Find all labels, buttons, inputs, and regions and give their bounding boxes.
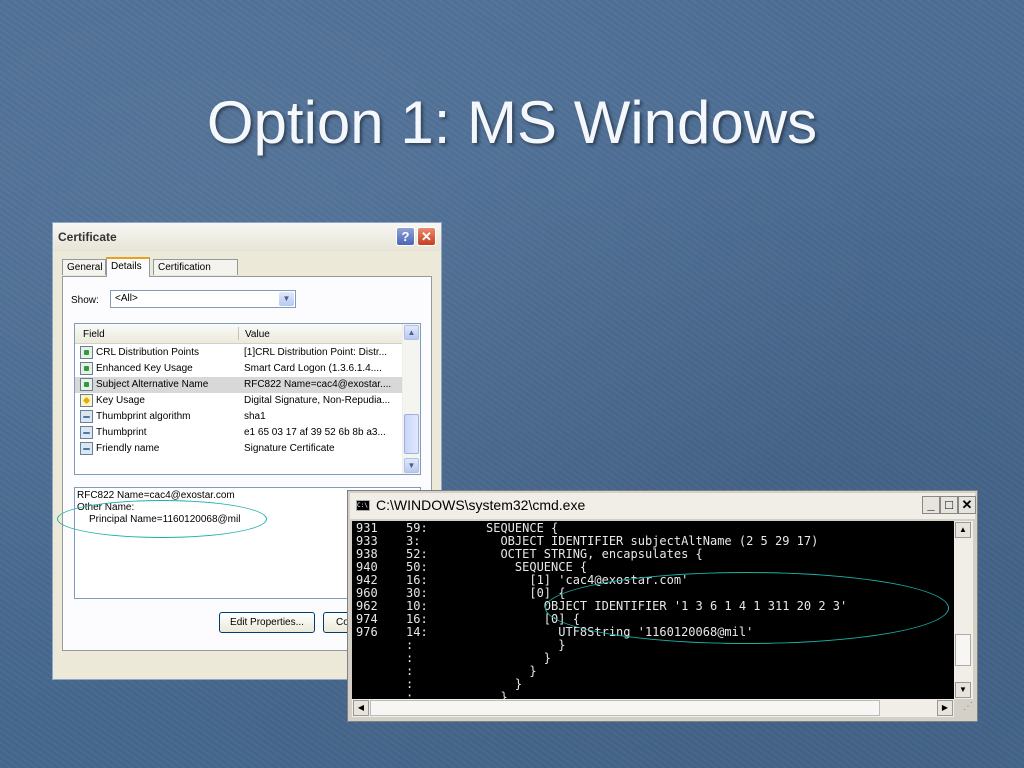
highlight-ellipse bbox=[545, 572, 949, 644]
list-row-selected[interactable]: Subject Alternative Name RFC822 Name=cac… bbox=[75, 377, 402, 393]
fields-list[interactable]: Field Value CRL Distribution Points [1]C… bbox=[74, 323, 421, 475]
cmd-horizontal-scrollbar[interactable]: ◀ ▶ bbox=[352, 699, 954, 717]
column-divider[interactable] bbox=[238, 327, 239, 340]
row-value: Digital Signature, Non-Repudia... bbox=[244, 395, 391, 406]
scroll-up-icon[interactable]: ▲ bbox=[404, 325, 419, 340]
certificate-title: Certificate bbox=[58, 230, 117, 244]
cmd-title: C:\WINDOWS\system32\cmd.exe bbox=[376, 497, 586, 513]
chevron-down-icon[interactable]: ▼ bbox=[279, 292, 294, 306]
row-field: Thumbprint algorithm bbox=[96, 411, 191, 422]
certificate-extension-icon bbox=[80, 362, 93, 375]
cmd-close-button[interactable]: ✕ bbox=[958, 496, 976, 514]
list-row[interactable]: Thumbprint algorithm sha1 bbox=[75, 409, 402, 425]
tab-certification-path[interactable]: Certification Path bbox=[153, 259, 238, 289]
tab-general[interactable]: General bbox=[62, 259, 106, 275]
property-icon bbox=[80, 410, 93, 423]
console-text: } bbox=[486, 690, 508, 700]
critical-extension-icon bbox=[80, 394, 93, 407]
row-value: RFC822 Name=cac4@exostar.... bbox=[244, 379, 392, 390]
list-row[interactable]: Friendly name Signature Certificate bbox=[75, 441, 402, 457]
row-field: Friendly name bbox=[96, 443, 160, 454]
list-scrollbar[interactable]: ▲ ▼ bbox=[402, 324, 420, 474]
console-icon: C:\ bbox=[356, 500, 370, 511]
certificate-titlebar[interactable]: Certificate ? ✕ bbox=[53, 223, 441, 251]
console-length: : bbox=[406, 690, 414, 700]
edit-properties-button[interactable]: Edit Properties... bbox=[219, 612, 315, 633]
row-field: Subject Alternative Name bbox=[96, 379, 209, 390]
help-button[interactable]: ? bbox=[396, 227, 415, 246]
resize-grip-icon[interactable]: ⋰ bbox=[956, 701, 973, 717]
property-icon bbox=[80, 442, 93, 455]
certificate-extension-icon bbox=[80, 346, 93, 359]
scroll-left-icon[interactable]: ◀ bbox=[353, 700, 369, 716]
certificate-extension-icon bbox=[80, 378, 93, 391]
row-field: Key Usage bbox=[96, 395, 145, 406]
list-header: Field Value bbox=[75, 324, 402, 344]
row-value: e1 65 03 17 af 39 52 6b 8b a3... bbox=[244, 427, 386, 438]
scroll-down-icon[interactable]: ▼ bbox=[404, 458, 419, 473]
row-value: Smart Card Logon (1.3.6.1.4.... bbox=[244, 363, 382, 374]
row-field: Enhanced Key Usage bbox=[96, 363, 193, 374]
scroll-thumb[interactable] bbox=[955, 634, 971, 666]
show-dropdown-value: <All> bbox=[115, 293, 138, 304]
show-dropdown[interactable]: <All> ▼ bbox=[110, 290, 296, 308]
scroll-thumb[interactable] bbox=[370, 700, 880, 716]
row-value: sha1 bbox=[244, 411, 266, 422]
show-label: Show: bbox=[71, 295, 99, 306]
scroll-right-icon[interactable]: ▶ bbox=[937, 700, 953, 716]
console-offset: 976 bbox=[356, 625, 378, 639]
list-row[interactable]: CRL Distribution Points [1]CRL Distribut… bbox=[75, 345, 402, 361]
close-button[interactable]: ✕ bbox=[417, 227, 436, 246]
scroll-thumb[interactable] bbox=[404, 414, 419, 454]
column-header-value[interactable]: Value bbox=[245, 329, 270, 340]
row-value: Signature Certificate bbox=[244, 443, 335, 454]
list-row[interactable]: Enhanced Key Usage Smart Card Logon (1.3… bbox=[75, 361, 402, 377]
cmd-vertical-scrollbar[interactable]: ▲ ▼ bbox=[954, 521, 973, 699]
tab-details[interactable]: Details bbox=[106, 257, 150, 277]
list-row[interactable]: Key Usage Digital Signature, Non-Repudia… bbox=[75, 393, 402, 409]
slide-title: Option 1: MS Windows bbox=[206, 89, 818, 156]
minimize-button[interactable]: _ bbox=[922, 496, 940, 514]
property-icon bbox=[80, 426, 93, 439]
highlight-ellipse bbox=[57, 500, 267, 538]
list-row[interactable]: Thumbprint e1 65 03 17 af 39 52 6b 8b a3… bbox=[75, 425, 402, 441]
row-value: [1]CRL Distribution Point: Distr... bbox=[244, 347, 388, 358]
row-field: Thumbprint bbox=[96, 427, 147, 438]
cmd-titlebar[interactable]: C:\ C:\WINDOWS\system32\cmd.exe _ □ ✕ bbox=[350, 493, 976, 519]
row-field: CRL Distribution Points bbox=[96, 347, 200, 358]
scroll-down-icon[interactable]: ▼ bbox=[955, 682, 971, 698]
scroll-up-icon[interactable]: ▲ bbox=[955, 522, 971, 538]
maximize-button[interactable]: □ bbox=[940, 496, 958, 514]
column-header-field[interactable]: Field bbox=[83, 329, 105, 340]
